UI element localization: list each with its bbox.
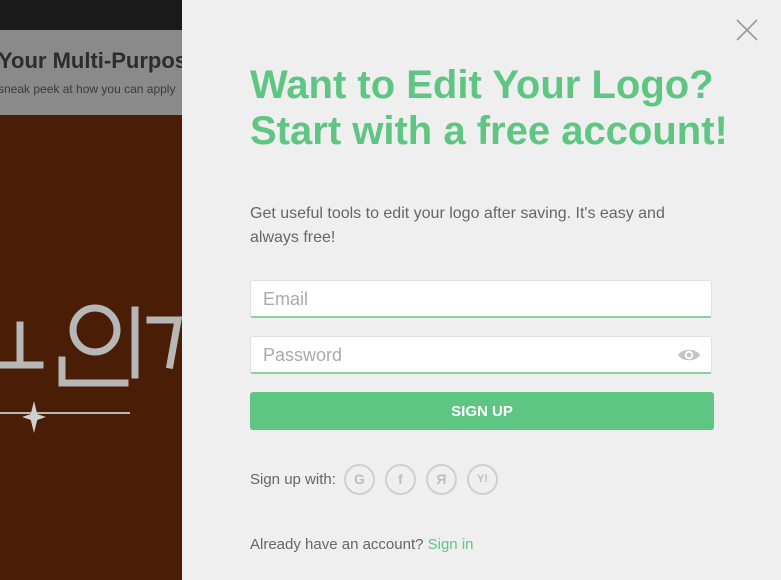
modal-headline: Want to Edit Your Logo? Start with a fre… — [250, 63, 728, 153]
signup-modal: Want to Edit Your Logo? Start with a fre… — [182, 0, 781, 580]
yandex-signup-button[interactable]: Я — [425, 463, 457, 495]
google-signup-button[interactable]: G — [343, 463, 375, 495]
background-subtitle: sneak peek at how you can apply — [0, 82, 176, 96]
signin-prompt: Already have an account? — [250, 536, 424, 553]
logo-artwork-image — [0, 304, 182, 433]
background-topbar — [0, 0, 182, 30]
facebook-signup-button[interactable]: f — [384, 463, 416, 495]
social-signup-row: Sign up with: G f Я Y! — [250, 462, 508, 496]
close-icon[interactable] — [735, 18, 759, 42]
social-signup-label: Sign up with: — [250, 470, 336, 488]
signin-link[interactable]: Sign in — [428, 536, 474, 553]
show-password-eye-icon[interactable] — [677, 346, 701, 364]
yahoo-signup-button[interactable]: Y! — [466, 463, 498, 495]
background-header: Your Multi-Purpose sneak peek at how you… — [0, 30, 182, 115]
password-field[interactable] — [250, 336, 712, 374]
modal-description: Get useful tools to edit your logo after… — [250, 205, 665, 246]
signin-row: Already have an account? Sign in — [250, 536, 474, 553]
background-logo-preview — [0, 115, 182, 580]
background-title: Your Multi-Purpose — [0, 48, 182, 73]
email-input[interactable] — [251, 281, 675, 317]
email-field[interactable] — [250, 280, 712, 318]
signup-button[interactable]: SIGN UP — [250, 392, 714, 430]
password-input[interactable] — [251, 337, 675, 373]
